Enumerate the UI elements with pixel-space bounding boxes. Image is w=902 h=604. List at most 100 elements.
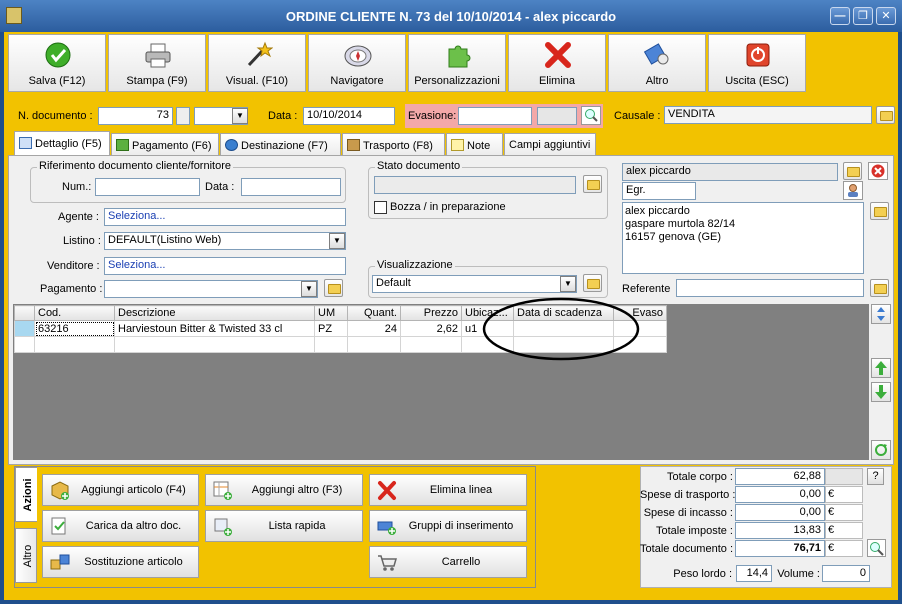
cart-button[interactable]: Carrello: [369, 546, 527, 578]
add-article-button[interactable]: Aggiungi articolo (F4): [42, 474, 199, 506]
move-up-icon[interactable]: [871, 358, 891, 378]
zoom-icon[interactable]: [867, 539, 886, 557]
delete-line-button[interactable]: Elimina linea: [369, 474, 527, 506]
visualizzazione-chevron-down-icon[interactable]: ▼: [560, 276, 576, 292]
column-header[interactable]: Quant.: [347, 305, 401, 321]
num-input[interactable]: [95, 178, 200, 196]
add-other-button[interactable]: Aggiungi altro (F3): [205, 474, 363, 506]
navigator-button[interactable]: Navigatore: [308, 34, 406, 92]
save-button[interactable]: Salva (F12): [8, 34, 106, 92]
evasione-extra-field[interactable]: [537, 107, 577, 125]
data-input[interactable]: 10/10/2014: [303, 107, 395, 125]
move-down-icon[interactable]: [871, 382, 891, 402]
listino-select[interactable]: DEFAULT(Listino Web): [104, 232, 346, 250]
print-button[interactable]: Stampa (F9): [108, 34, 206, 92]
pagamento-label: Pagamento :: [40, 283, 103, 295]
cell-um[interactable]: PZ: [314, 320, 348, 337]
delete-button[interactable]: Elimina: [508, 34, 606, 92]
tab-campi-aggiuntivi[interactable]: Campi aggiuntivi: [504, 133, 596, 155]
causale-input[interactable]: VENDITA: [664, 106, 872, 124]
refresh-icon[interactable]: [871, 440, 891, 460]
help-button[interactable]: ?: [867, 468, 884, 485]
venditore-input[interactable]: Seleziona...: [104, 257, 346, 275]
empty-cell[interactable]: [34, 336, 115, 353]
empty-cell[interactable]: [400, 336, 462, 353]
referente-input[interactable]: [676, 279, 864, 297]
tab-altro[interactable]: Altro: [15, 528, 37, 583]
numero-documento-label: N. documento :: [18, 110, 93, 122]
insertion-groups-button[interactable]: Gruppi di inserimento: [369, 510, 527, 542]
bozza-checkbox[interactable]: [374, 201, 387, 214]
tab-dettaglio[interactable]: Dettaglio (F5): [14, 131, 110, 156]
numero-stepper[interactable]: [176, 107, 190, 125]
address-folder-icon[interactable]: [870, 202, 889, 220]
visualizzazione-select[interactable]: Default: [372, 275, 577, 293]
search-icon[interactable]: [581, 106, 601, 125]
causale-folder-icon[interactable]: [876, 106, 895, 124]
column-header[interactable]: Cod.: [34, 305, 115, 321]
delete-x-icon: [545, 42, 571, 68]
empty-cell[interactable]: [347, 336, 401, 353]
sort-icon[interactable]: [871, 304, 891, 324]
save-button-label: Salva (F12): [28, 75, 86, 87]
agente-input[interactable]: Seleziona...: [104, 208, 346, 226]
visualizzazione-folder-icon[interactable]: [583, 274, 602, 292]
rif-data-input[interactable]: [241, 178, 341, 196]
load-from-doc-button[interactable]: Carica da altro doc.: [42, 510, 199, 542]
customizations-button-label: Personalizzazioni: [414, 75, 500, 87]
peso-lordo-value[interactable]: 14,4: [736, 565, 772, 582]
minimize-button[interactable]: —: [830, 7, 850, 25]
referente-folder-icon[interactable]: [870, 279, 889, 297]
cell-prezzo[interactable]: 2,62: [400, 320, 462, 337]
cliente-address-box[interactable]: alex piccardo gaspare murtola 82/14 1615…: [622, 202, 864, 274]
navigator-button-label: Navigatore: [330, 75, 384, 87]
spese-trasporto-value[interactable]: 0,00: [735, 486, 825, 503]
tab-trasporto[interactable]: Trasporto (F8): [342, 133, 445, 155]
stato-folder-icon[interactable]: [583, 175, 602, 193]
quick-list-button[interactable]: Lista rapida: [205, 510, 363, 542]
empty-cell[interactable]: [114, 336, 315, 353]
tab-azioni[interactable]: Azioni: [15, 467, 37, 522]
column-header[interactable]: Descrizione: [114, 305, 315, 321]
replace-article-button[interactable]: Sostituzione articolo: [42, 546, 199, 578]
tab-note[interactable]: Note: [446, 133, 503, 155]
pagamento-folder-icon[interactable]: [324, 279, 343, 297]
cliente-remove-icon[interactable]: [868, 162, 888, 180]
visualize-button[interactable]: Visual. (F10): [208, 34, 306, 92]
cell-cod[interactable]: 63216: [34, 320, 115, 337]
exit-button[interactable]: Uscita (ESC): [708, 34, 806, 92]
column-header[interactable]: UM: [314, 305, 348, 321]
close-window-button[interactable]: ✕: [876, 7, 896, 25]
pagamento-chevron-down-icon[interactable]: ▼: [301, 281, 317, 297]
maximize-button[interactable]: ❐: [853, 7, 873, 25]
causale-label: Causale :: [614, 110, 661, 122]
numero-documento-input[interactable]: 73: [98, 107, 173, 125]
chevron-down-icon[interactable]: ▼: [232, 108, 248, 124]
salutation-field[interactable]: Egr.: [622, 182, 696, 200]
column-header[interactable]: Prezzo: [400, 305, 462, 321]
cell-quantita[interactable]: 24: [347, 320, 401, 337]
pagamento-select[interactable]: [104, 280, 318, 298]
delete-button-label: Elimina: [538, 75, 576, 87]
user-lookup-icon[interactable]: [843, 181, 863, 200]
stato-input[interactable]: [374, 176, 576, 194]
totale-documento-label: Totale documento :: [640, 543, 733, 555]
cell-descrizione[interactable]: Harviestoun Bitter & Twisted 33 cl: [114, 320, 315, 337]
other-button[interactable]: Altro: [608, 34, 706, 92]
customizations-button[interactable]: Personalizzazioni: [408, 34, 506, 92]
listino-chevron-down-icon[interactable]: ▼: [329, 233, 345, 249]
venditore-label: Venditore :: [47, 260, 100, 272]
spese-incasso-value[interactable]: 0,00: [735, 504, 825, 521]
tab-pagamento[interactable]: Pagamento (F6): [111, 133, 219, 155]
cliente-folder-icon[interactable]: [843, 162, 862, 180]
cliente-name-field[interactable]: alex piccardo: [622, 163, 838, 181]
empty-cell[interactable]: [314, 336, 348, 353]
evasione-input[interactable]: [458, 107, 532, 125]
row-selector[interactable]: [14, 320, 35, 337]
currency-symbol: €: [825, 486, 863, 503]
riferimento-title: Riferimento documento cliente/fornitore: [37, 160, 233, 172]
volume-value[interactable]: 0: [822, 565, 870, 582]
row-selector[interactable]: [14, 336, 35, 353]
tab-destinazione[interactable]: Destinazione (F7): [220, 133, 341, 155]
puzzle-icon: [448, 45, 471, 68]
